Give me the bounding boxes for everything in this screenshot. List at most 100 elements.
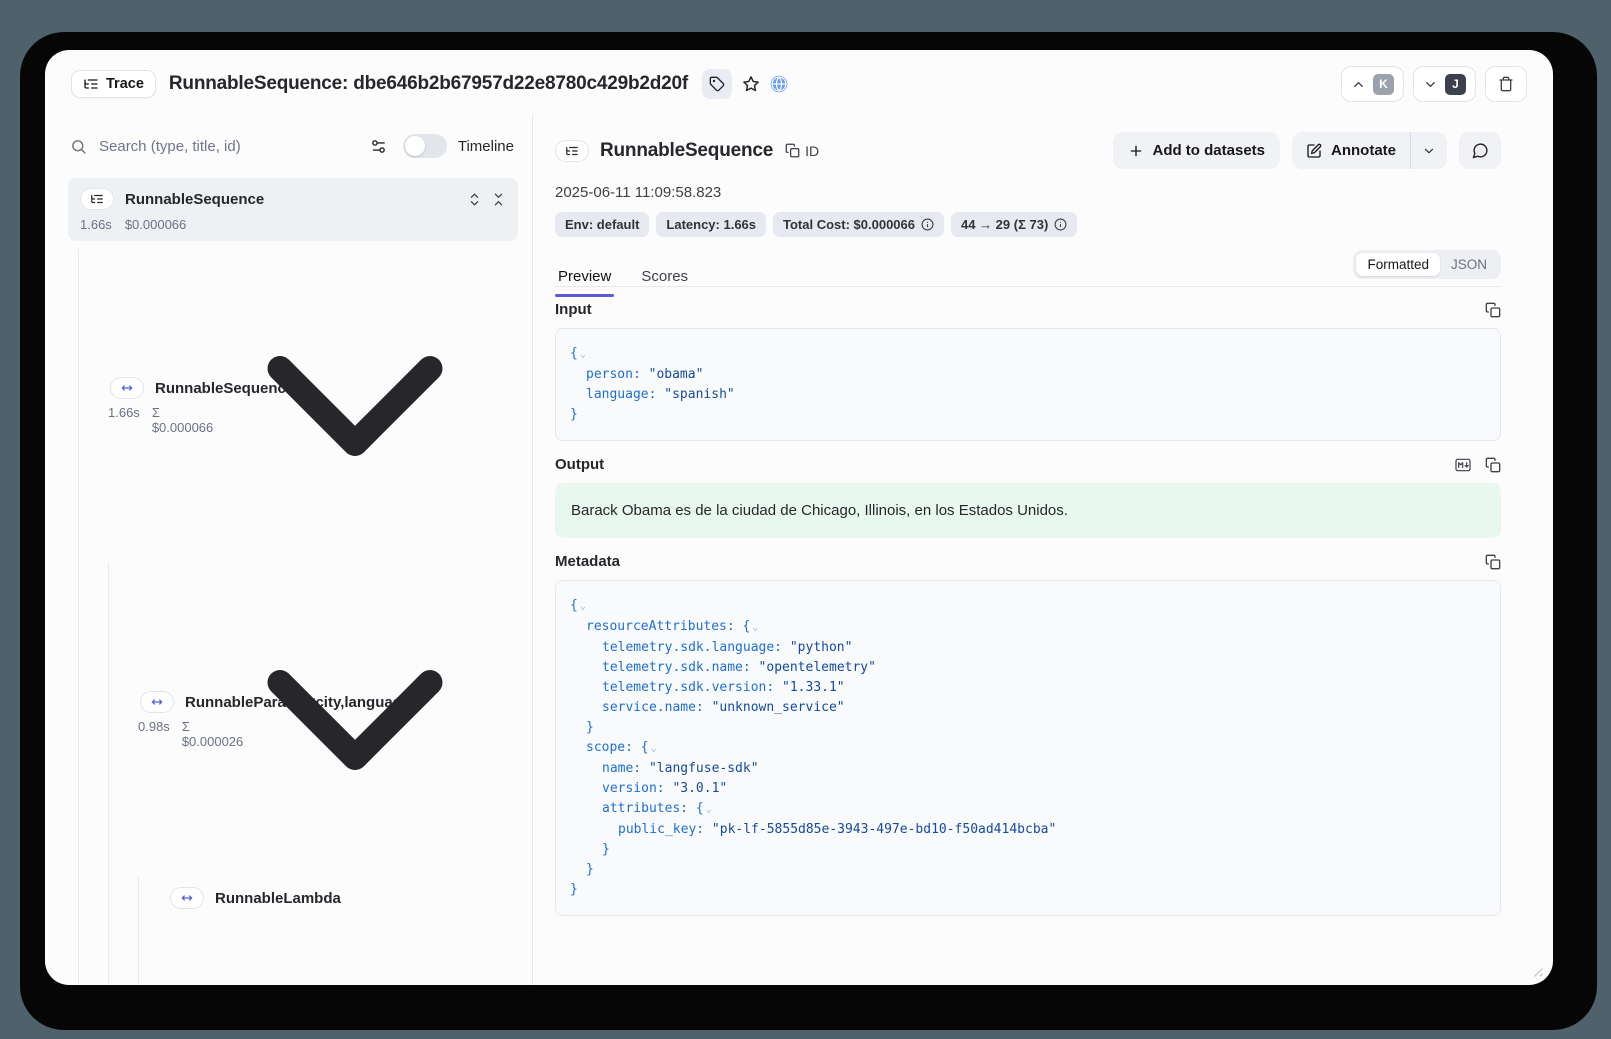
annotate-dropdown-button[interactable] [1411, 132, 1447, 169]
output-text: Barack Obama es de la ciudad de Chicago,… [555, 483, 1501, 538]
public-share-button[interactable] [770, 75, 788, 93]
indent-guide [78, 877, 79, 918]
next-trace-button[interactable]: J [1413, 66, 1476, 102]
trace-timestamp: 2025-06-11 11:09:58.823 [555, 184, 1501, 201]
prev-trace-button[interactable]: K [1341, 66, 1404, 102]
chevron-down-icon [1423, 77, 1438, 92]
metric-chips: Env: default Latency: 1.66s Total Cost: $0… [555, 212, 1501, 237]
collapse-chevron[interactable] [205, 925, 505, 985]
tree-item[interactable]: RunnableSequence0.98sΣ $0.000026 [68, 918, 518, 985]
indent-guide [78, 249, 79, 563]
detail-tabs: PreviewScores FormattedJSON [555, 250, 1501, 287]
star-icon [742, 75, 760, 93]
json-line: } [570, 840, 1486, 860]
collapse-toggle[interactable]: ⌄ [752, 622, 758, 633]
annotate-label: Annotate [1331, 142, 1396, 159]
trace-icon-pill [555, 140, 589, 162]
collapse-toggle[interactable]: ⌄ [706, 804, 712, 815]
trace-badge-label: Trace [106, 76, 144, 92]
collapse-toggle[interactable]: ⌄ [651, 743, 657, 754]
indent-guide [108, 563, 109, 877]
indent-guide [108, 877, 109, 918]
shortcut-key-j: J [1445, 74, 1466, 95]
json-line: telemetry.sdk.name: "opentelemetry" [570, 658, 1486, 678]
indent-guide [108, 918, 109, 985]
observation-detail-panel: RunnableSequence ID Add to datasets Anno… [533, 114, 1553, 985]
copy-input-button[interactable] [1485, 302, 1501, 318]
json-line: } [570, 718, 1486, 738]
json-line: } [570, 860, 1486, 880]
metric-chip: Total Cost: $0.000066 [773, 212, 944, 237]
tree-item-name: RunnableLambda [215, 890, 341, 907]
tab-preview[interactable]: Preview [555, 268, 614, 296]
markdown-toggle-button[interactable] [1455, 457, 1471, 473]
id-label: ID [805, 143, 819, 159]
format-option-json[interactable]: JSON [1440, 253, 1498, 276]
indent-guide [78, 918, 79, 985]
metric-chip: Latency: 1.66s [656, 212, 766, 237]
chevron-down-icon [1422, 144, 1436, 158]
format-option-formatted[interactable]: Formatted [1356, 253, 1440, 276]
list-tree-icon [90, 192, 104, 206]
indent-guide [138, 918, 139, 985]
tree-item[interactable]: RunnableSequence1.66sΣ $0.000066 [68, 249, 518, 563]
metric-chip: Env: default [555, 212, 649, 237]
globe-icon [770, 75, 788, 93]
trace-root-item[interactable]: RunnableSequence 1.66s $0.000066 [68, 178, 518, 241]
info-icon[interactable] [921, 218, 934, 231]
trash-icon [1498, 76, 1514, 92]
copy-output-button[interactable] [1485, 457, 1501, 473]
metadata-json-viewer: {⌄resourceAttributes: {⌄telemetry.sdk.la… [555, 580, 1501, 916]
json-line: } [570, 880, 1486, 900]
trace-root-duration: 1.66s [80, 217, 112, 232]
json-line: name: "langfuse-sdk" [570, 759, 1486, 779]
json-line: resourceAttributes: {⌄ [570, 617, 1486, 638]
json-line: service.name: "unknown_service" [570, 698, 1486, 718]
tab-scores[interactable]: Scores [638, 268, 691, 296]
json-line: scope: {⌄ [570, 738, 1486, 759]
plus-icon [1128, 143, 1144, 159]
span-icon [110, 377, 144, 399]
copy-icon [785, 143, 800, 158]
delete-trace-button[interactable] [1485, 66, 1527, 102]
chevron-up-icon [1351, 77, 1366, 92]
search-input[interactable] [99, 138, 370, 155]
tree-item[interactable]: RunnableLambda [68, 877, 518, 918]
comment-bubble-icon [1472, 142, 1489, 159]
json-line: {⌄ [570, 344, 1486, 365]
tag-button[interactable] [702, 69, 732, 99]
filter-settings-icon[interactable] [370, 138, 387, 155]
format-toggle: FormattedJSON [1353, 250, 1501, 279]
expand-all-icon[interactable] [467, 192, 482, 207]
add-to-datasets-label: Add to datasets [1152, 142, 1265, 159]
annotate-button[interactable]: Annotate [1292, 132, 1410, 169]
list-tree-icon [83, 76, 99, 92]
metric-chip: 44 → 29 (Σ 73) [951, 212, 1077, 237]
resize-handle[interactable] [1529, 963, 1543, 977]
add-to-datasets-button[interactable]: Add to datasets [1113, 132, 1280, 169]
tree-item[interactable]: RunnableParallel<city,language>0.98sΣ $0… [68, 563, 518, 877]
json-line: version: "3.0.1" [570, 779, 1486, 799]
indent-guide [78, 563, 79, 877]
metadata-section-title: Metadata [555, 553, 620, 570]
comments-button[interactable] [1459, 132, 1501, 169]
collapse-chevron[interactable] [205, 256, 505, 556]
annotate-split-button: Annotate [1292, 132, 1447, 169]
toggle-knob [405, 136, 425, 156]
trace-header: Trace RunnableSequence: dbe646b2b67957d2… [45, 50, 1553, 118]
collapse-toggle[interactable]: ⌄ [580, 601, 586, 612]
timeline-toggle[interactable] [403, 134, 447, 158]
copy-metadata-button[interactable] [1485, 554, 1501, 570]
copy-id-button[interactable]: ID [785, 143, 819, 159]
indent-guide [138, 877, 139, 918]
span-icon [170, 887, 204, 909]
collapse-toggle[interactable]: ⌄ [580, 349, 586, 360]
trace-icon-pill [80, 188, 114, 210]
collapse-chevron[interactable] [205, 570, 505, 870]
json-line: {⌄ [570, 596, 1486, 617]
collapse-all-icon[interactable] [491, 192, 506, 207]
bookmark-star-button[interactable] [742, 75, 760, 93]
json-line: public_key: "pk-lf-5855d85e-3943-497e-bd… [570, 820, 1486, 840]
input-section-title: Input [555, 301, 592, 318]
info-icon[interactable] [1054, 218, 1067, 231]
